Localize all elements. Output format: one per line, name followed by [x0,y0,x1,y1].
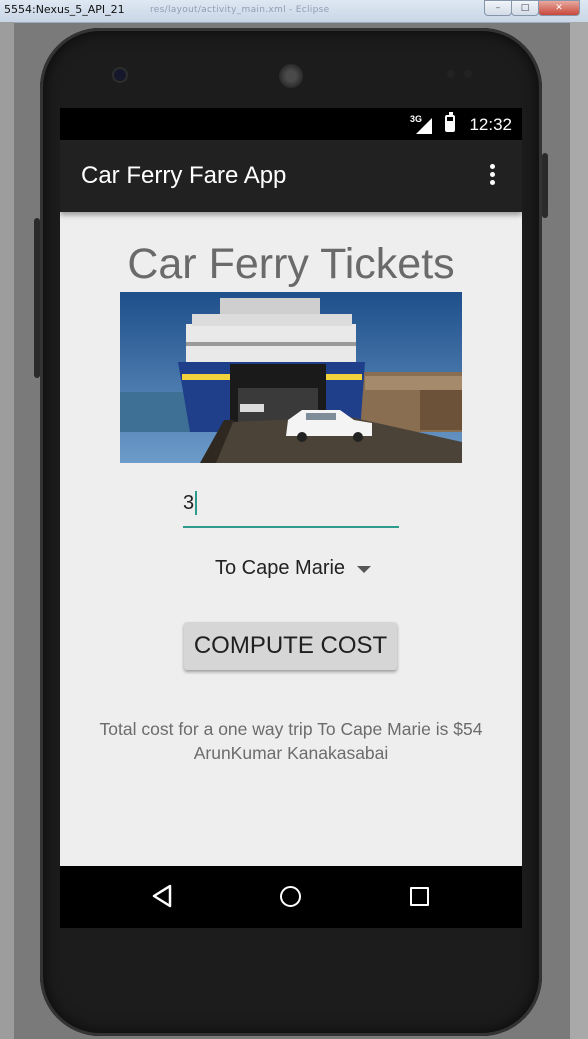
quantity-value: 3 [183,492,195,514]
earpiece-speaker [279,64,303,88]
status-time: 12:32 [469,115,512,134]
quantity-input[interactable]: 3 [183,482,399,528]
ferry-image [120,292,462,463]
text-cursor [195,491,197,515]
app-title: Car Ferry Fare App [81,162,287,189]
author-line: ArunKumar Kanakasabai [193,743,389,763]
emulator-title-bar: 5554:Nexus_5_API_21 res/layout/activity_… [0,0,588,23]
emulator-window-title: 5554:Nexus_5_API_21 [4,3,125,16]
proximity-sensor [447,70,455,78]
desktop-background-right [570,22,588,1039]
power-button[interactable] [542,153,548,218]
desktop-background-left [0,22,14,1039]
minimize-button[interactable]: – [484,0,512,16]
more-vert-icon[interactable] [482,164,502,190]
navigation-bar [60,866,522,928]
page-heading: Car Ferry Tickets [127,240,455,288]
compute-cost-button[interactable]: COMPUTE COST [184,622,397,670]
back-icon[interactable] [151,884,173,908]
result-line: Total cost for a one way trip To Cape Ma… [99,719,483,739]
signal-icon [416,118,432,134]
app-bar: Car Ferry Fare App [60,140,522,212]
light-sensor [464,70,472,78]
close-window-button[interactable]: ✕ [538,0,580,16]
maximize-button[interactable]: □ [511,0,539,16]
status-bar: 3G 12:32 [60,108,522,140]
destination-selected: To Cape Marie [215,557,346,579]
recent-apps-icon[interactable] [410,887,429,906]
front-camera [114,69,126,81]
home-icon[interactable] [280,886,301,907]
destination-spinner[interactable]: To Cape Marie [212,552,377,584]
volume-button[interactable] [34,218,40,378]
main-content: Car Ferry Tickets 3 To Cape Marie COMPUT… [60,212,522,866]
result-output: Total cost for a one way trip To Cape Ma… [60,717,522,765]
background-window-title: res/layout/activity_main.xml - Eclipse [150,5,330,15]
battery-icon [445,112,455,132]
device-screen: 3G 12:32 Car Ferry Fare App Car Ferry Ti… [60,108,522,928]
dropdown-arrow-icon [357,566,371,573]
